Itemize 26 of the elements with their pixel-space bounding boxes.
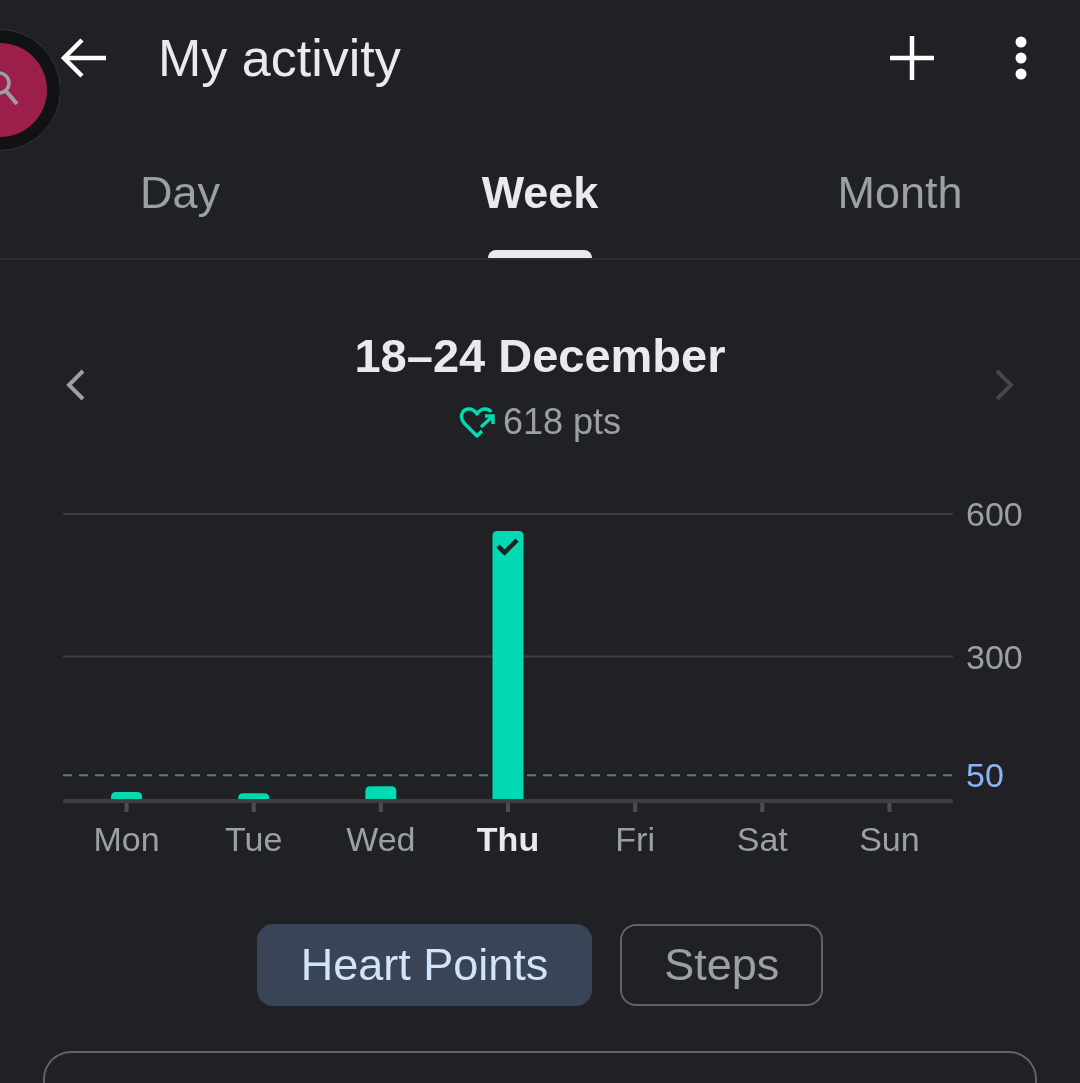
more-options-button[interactable] <box>1014 36 1028 80</box>
date-range-title: 18–24 December <box>354 328 726 384</box>
day-label[interactable]: Mon <box>93 820 160 858</box>
metric-chip[interactable]: Steps <box>620 924 824 1006</box>
metric-chip[interactable]: Heart Points <box>256 924 593 1006</box>
day-label[interactable]: Sat <box>736 820 788 858</box>
y-axis-label: 600 <box>966 496 1023 533</box>
back-arrow-icon <box>60 37 106 79</box>
add-button[interactable] <box>889 35 935 81</box>
heart-points-icon <box>458 406 495 438</box>
period-tab[interactable]: Day <box>0 116 360 258</box>
period-tab[interactable]: Week <box>360 116 720 258</box>
goal-label: 50 <box>966 756 1004 795</box>
day-label[interactable]: Sun <box>859 820 920 858</box>
screen-title: My activity <box>158 28 401 88</box>
search-icon <box>0 70 19 108</box>
period-tab[interactable]: Month <box>720 116 1080 258</box>
day-label[interactable]: Fri <box>615 820 655 858</box>
points-total: 618 pts <box>502 402 622 442</box>
plus-icon <box>890 36 934 80</box>
y-axis-label: 300 <box>966 637 1023 676</box>
day-label[interactable]: Wed <box>346 820 416 858</box>
day-label[interactable]: Thu <box>476 820 540 858</box>
more-vertical-icon <box>1015 36 1027 80</box>
day-label[interactable]: Tue <box>225 820 283 858</box>
back-button[interactable] <box>60 36 106 80</box>
